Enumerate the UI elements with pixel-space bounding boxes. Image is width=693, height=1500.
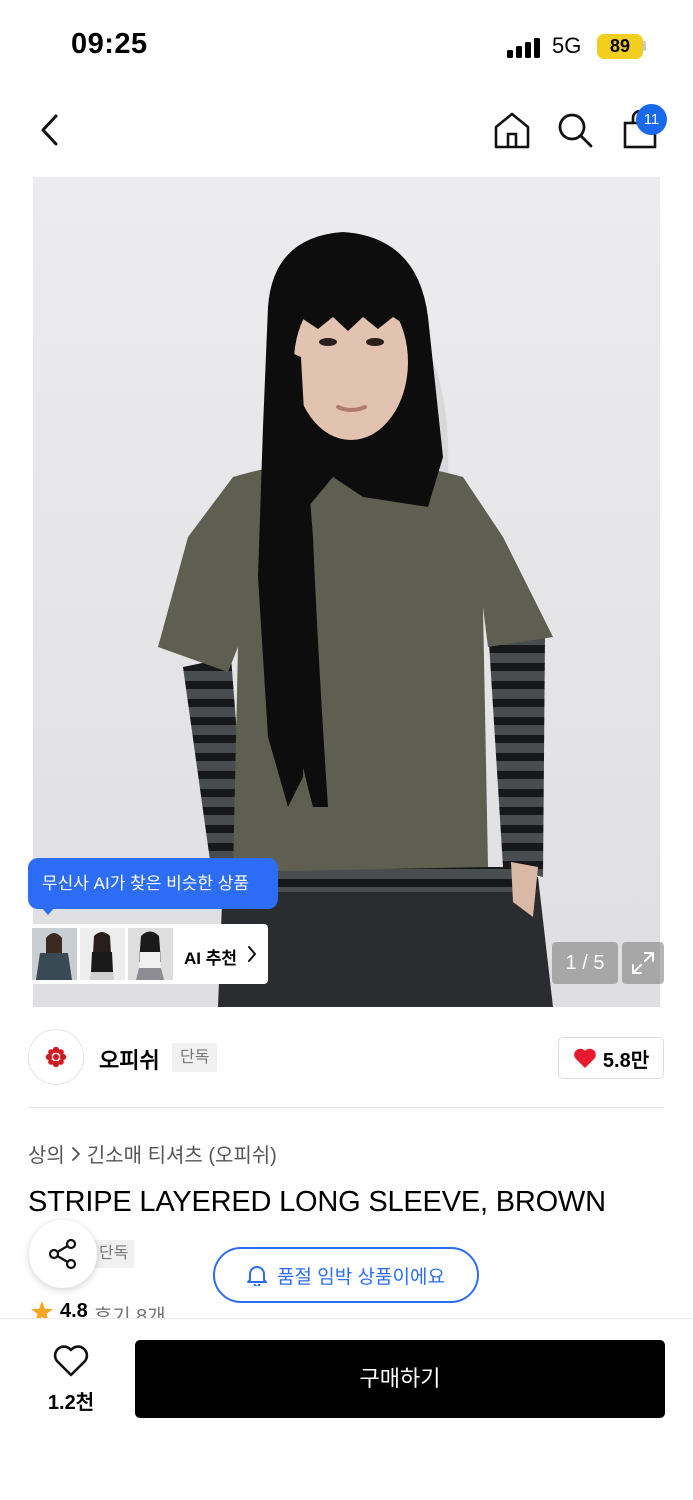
brand-like-count: 5.8만 bbox=[602, 1049, 650, 1072]
buy-button[interactable]: 구매하기 bbox=[135, 1340, 665, 1418]
soldout-notice-text: 품절 임박 상품이에요 bbox=[277, 1266, 445, 1288]
battery-tip bbox=[643, 41, 646, 51]
chevron-right-icon bbox=[248, 946, 256, 962]
wishlist-count: 1.2천 bbox=[47, 1392, 95, 1414]
chevron-left-icon bbox=[41, 114, 58, 146]
chevron-right-icon bbox=[71, 1146, 80, 1161]
ai-similar-tooltip[interactable]: 무신사 AI가 찾은 비슷한 상품 bbox=[28, 858, 278, 909]
ai-thumbnail[interactable] bbox=[80, 928, 125, 980]
top-nav bbox=[0, 92, 693, 172]
battery-icon: 89 bbox=[597, 34, 643, 59]
soldout-notice[interactable]: 품절 임박 상품이에요 bbox=[213, 1247, 479, 1303]
brand-name[interactable]: 오피쉬 bbox=[99, 1043, 160, 1075]
ai-thumbnail[interactable] bbox=[32, 928, 77, 980]
expand-icon bbox=[632, 952, 654, 974]
home-button[interactable] bbox=[490, 108, 534, 152]
back-button[interactable] bbox=[28, 108, 72, 152]
network-type: 5G bbox=[552, 33, 582, 58]
exclusive-tag: 단독 bbox=[172, 1043, 218, 1072]
tooltip-tail bbox=[40, 906, 56, 915]
heart-filled-icon bbox=[574, 1048, 596, 1068]
share-button[interactable] bbox=[29, 1220, 97, 1288]
bell-icon bbox=[247, 1266, 268, 1286]
product-exclusive-tag: 단독 bbox=[93, 1240, 135, 1268]
page-indicator: 1 / 5 bbox=[552, 942, 618, 984]
rating-value: 4.8 bbox=[60, 1300, 88, 1320]
breadcrumb-subcategory[interactable]: 긴소매 티셔츠 (오피쉬) bbox=[87, 1139, 277, 1168]
heart-outline-icon bbox=[53, 1345, 89, 1377]
search-button[interactable] bbox=[553, 108, 597, 152]
product-title: STRIPE LAYERED LONG SLEEVE, BROWN bbox=[28, 1186, 606, 1218]
status-time: 09:25 bbox=[71, 28, 148, 60]
share-icon bbox=[48, 1238, 77, 1270]
review-count[interactable]: 후기 8개 bbox=[94, 1300, 166, 1320]
signal-icon bbox=[507, 36, 543, 58]
divider bbox=[28, 1107, 664, 1108]
brand-like-button[interactable]: 5.8만 bbox=[558, 1037, 664, 1079]
search-icon bbox=[558, 113, 593, 148]
cart-count-badge: 11 bbox=[636, 104, 667, 135]
wishlist-button[interactable]: 1.2천 bbox=[40, 1342, 102, 1416]
rating-row[interactable]: 4.8 후기 8개 bbox=[30, 1300, 166, 1320]
home-icon bbox=[494, 112, 530, 149]
expand-button[interactable] bbox=[622, 942, 664, 984]
brand-logo[interactable] bbox=[28, 1029, 84, 1085]
ai-recommend-label: AI 추천 bbox=[184, 949, 238, 968]
ai-recommend-strip[interactable]: AI 추천 bbox=[28, 924, 268, 984]
breadcrumb: 상의 긴소매 티셔츠 (오피쉬) bbox=[28, 1139, 277, 1168]
star-icon bbox=[31, 1301, 53, 1320]
status-bar: 09:25 5G 89 bbox=[0, 0, 693, 92]
breadcrumb-category[interactable]: 상의 bbox=[28, 1139, 65, 1168]
ai-thumbnail[interactable] bbox=[128, 928, 173, 980]
flower-logo-icon bbox=[45, 1046, 67, 1068]
